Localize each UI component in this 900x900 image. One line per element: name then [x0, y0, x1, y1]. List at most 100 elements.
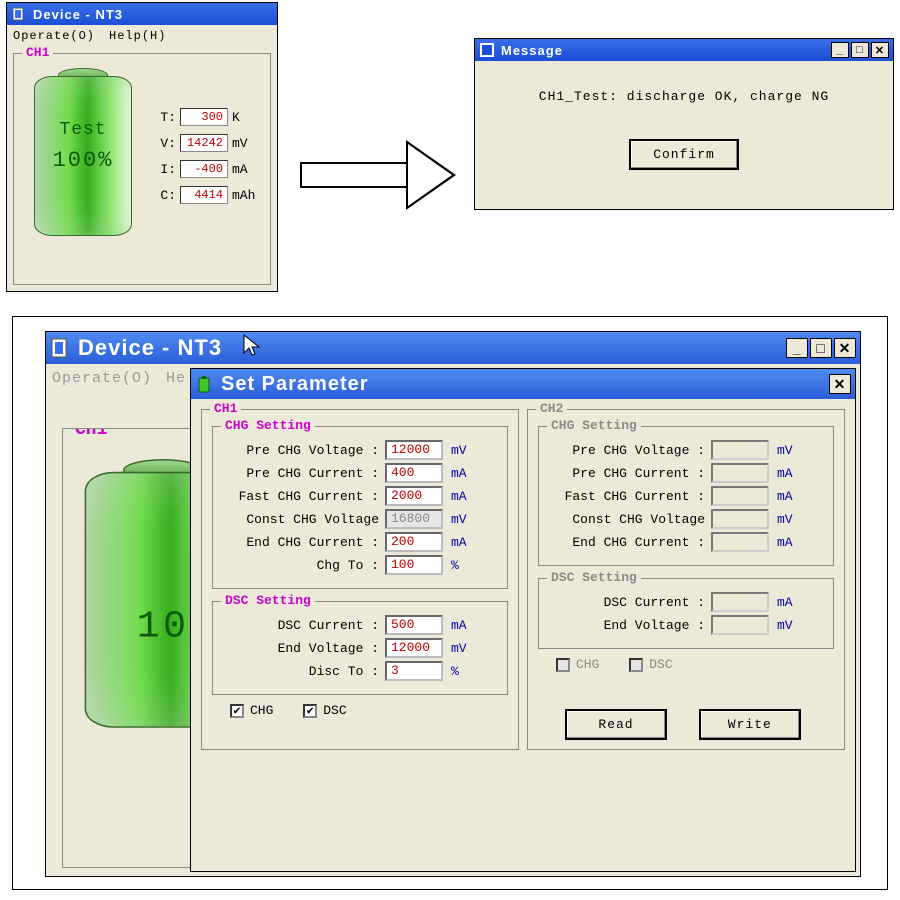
- disc-to-label: Disc To :: [219, 664, 379, 679]
- device-title: Device - NT3: [33, 7, 123, 22]
- set-parameter-title: Set Parameter: [221, 373, 369, 396]
- app-icon: [50, 337, 72, 359]
- minimize-icon[interactable]: _: [831, 42, 849, 58]
- dsc-current-input[interactable]: 500: [385, 615, 443, 635]
- end-chg-current-label: End CHG Current :: [219, 535, 379, 550]
- chg-to-label: Chg To :: [219, 558, 379, 573]
- ch2-param-label: CH2: [536, 401, 567, 416]
- fast-chg-current-input[interactable]: 2000: [385, 486, 443, 506]
- unit: mV: [451, 641, 475, 656]
- ch2-end-v-input: [711, 615, 769, 635]
- ch2-chg-checkbox: CHG: [556, 657, 599, 672]
- unit: mA: [777, 489, 801, 504]
- message-title: Message: [501, 43, 563, 58]
- unit: mV: [777, 443, 801, 458]
- battery-icon: [195, 374, 215, 394]
- pre-chg-current-label: Pre CHG Current :: [219, 466, 379, 481]
- device-window-small: Device - NT3 Operate(O) Help(H) CH1 Test…: [6, 2, 278, 292]
- battery-percent: 100%: [28, 148, 138, 173]
- maximize-icon[interactable]: □: [810, 338, 832, 358]
- menu-help-dim: He: [166, 370, 186, 387]
- unit: mA: [777, 535, 801, 550]
- end-chg-current-input[interactable]: 200: [385, 532, 443, 552]
- ch2-fast-i-label: Fast CHG Current :: [545, 489, 705, 504]
- confirm-button[interactable]: Confirm: [630, 140, 738, 169]
- chk-label: DSC: [649, 657, 672, 672]
- close-icon[interactable]: ✕: [834, 338, 856, 358]
- c-key: C:: [154, 188, 176, 203]
- ch2-param-group: CH2 CHG Setting Pre CHG Voltage :mV Pre …: [527, 409, 845, 750]
- i-value: -400: [180, 160, 228, 178]
- chk-label: CHG: [250, 703, 273, 718]
- i-key: I:: [154, 162, 176, 177]
- readouts: T:300K V:14242mV I:-400mA C:4414mAh: [154, 100, 255, 212]
- ch2-const-v-input: [711, 509, 769, 529]
- ch2-dsc-checkbox: DSC: [629, 657, 672, 672]
- lower-pane: Device - NT3 _ □ ✕ Operate(O) He CH1 10: [12, 316, 888, 890]
- device-titlebar: Device - NT3: [7, 3, 277, 25]
- v-value: 14242: [180, 134, 228, 152]
- chk-label: DSC: [323, 703, 346, 718]
- unit: mA: [777, 466, 801, 481]
- menu-operate[interactable]: Operate(O): [13, 29, 95, 43]
- unit: mV: [777, 618, 801, 633]
- minimize-icon[interactable]: _: [786, 338, 808, 358]
- dsc-current-label: DSC Current :: [219, 618, 379, 633]
- battery-label: Test: [28, 120, 138, 140]
- disc-to-input[interactable]: 3: [385, 661, 443, 681]
- ch2-pre-i-label: Pre CHG Current :: [545, 466, 705, 481]
- ch1-chg-checkbox[interactable]: ✔CHG: [230, 703, 273, 718]
- ch1-group-large: CH1 10: [62, 428, 192, 868]
- unit: %: [451, 558, 475, 573]
- chg-to-input[interactable]: 100: [385, 555, 443, 575]
- read-button[interactable]: Read: [566, 710, 666, 739]
- close-icon[interactable]: ✕: [871, 42, 889, 58]
- unit: mV: [777, 512, 801, 527]
- ch2-chg-label: CHG Setting: [547, 418, 641, 433]
- const-chg-voltage-label: Const CHG Voltage: [219, 512, 379, 527]
- ch1-chg-group: CHG Setting Pre CHG Voltage :12000mV Pre…: [212, 426, 508, 589]
- ch1-dsc-group: DSC Setting DSC Current :500mA End Volta…: [212, 601, 508, 695]
- ch1-chg-label: CHG Setting: [221, 418, 315, 433]
- t-value: 300: [180, 108, 228, 126]
- maximize-icon[interactable]: □: [851, 42, 869, 58]
- message-body: CH1_Test: discharge OK, charge NG Confir…: [475, 61, 893, 187]
- chk-label: CHG: [576, 657, 599, 672]
- ch2-pre-v-label: Pre CHG Voltage :: [545, 443, 705, 458]
- c-value: 4414: [180, 186, 228, 204]
- t-unit: K: [232, 110, 240, 125]
- write-button[interactable]: Write: [700, 710, 800, 739]
- ch2-dsc-group: DSC Setting DSC Current :mA End Voltage …: [538, 578, 834, 649]
- ch2-dsc-i-label: DSC Current :: [545, 595, 705, 610]
- v-unit: mV: [232, 136, 248, 151]
- end-voltage-input[interactable]: 12000: [385, 638, 443, 658]
- ch1-group: CH1 Test 100% T:300K V:14242mV I:-400mA …: [13, 53, 271, 285]
- end-voltage-label: End Voltage :: [219, 641, 379, 656]
- menu-operate-dim: Operate(O): [52, 370, 152, 387]
- ch2-end-v-label: End Voltage :: [545, 618, 705, 633]
- app-icon: [11, 6, 27, 22]
- i-unit: mA: [232, 162, 248, 177]
- unit: mA: [451, 466, 475, 481]
- menu-help[interactable]: Help(H): [109, 29, 166, 43]
- ch2-chg-group: CHG Setting Pre CHG Voltage :mV Pre CHG …: [538, 426, 834, 566]
- device-large-titlebar: Device - NT3 _ □ ✕: [46, 332, 860, 364]
- ch2-end-i-label: End CHG Current :: [545, 535, 705, 550]
- v-key: V:: [154, 136, 176, 151]
- close-icon[interactable]: ✕: [829, 374, 851, 394]
- ch2-fast-i-input: [711, 486, 769, 506]
- set-parameter-titlebar: Set Parameter ✕: [191, 369, 855, 399]
- battery-large: 10: [75, 459, 192, 731]
- dialog-icon: [479, 42, 495, 58]
- cursor-icon: [242, 333, 262, 363]
- pre-chg-voltage-input[interactable]: 12000: [385, 440, 443, 460]
- pre-chg-voltage-label: Pre CHG Voltage :: [219, 443, 379, 458]
- ch1-dsc-checkbox[interactable]: ✔DSC: [303, 703, 346, 718]
- unit: mV: [451, 443, 475, 458]
- ch1-param-group: CH1 CHG Setting Pre CHG Voltage :12000mV…: [201, 409, 519, 750]
- battery-large-percent: 10: [75, 606, 192, 649]
- ch2-dsc-i-input: [711, 592, 769, 612]
- pre-chg-current-input[interactable]: 400: [385, 463, 443, 483]
- unit: mA: [777, 595, 801, 610]
- menubar[interactable]: Operate(O) Help(H): [7, 25, 277, 47]
